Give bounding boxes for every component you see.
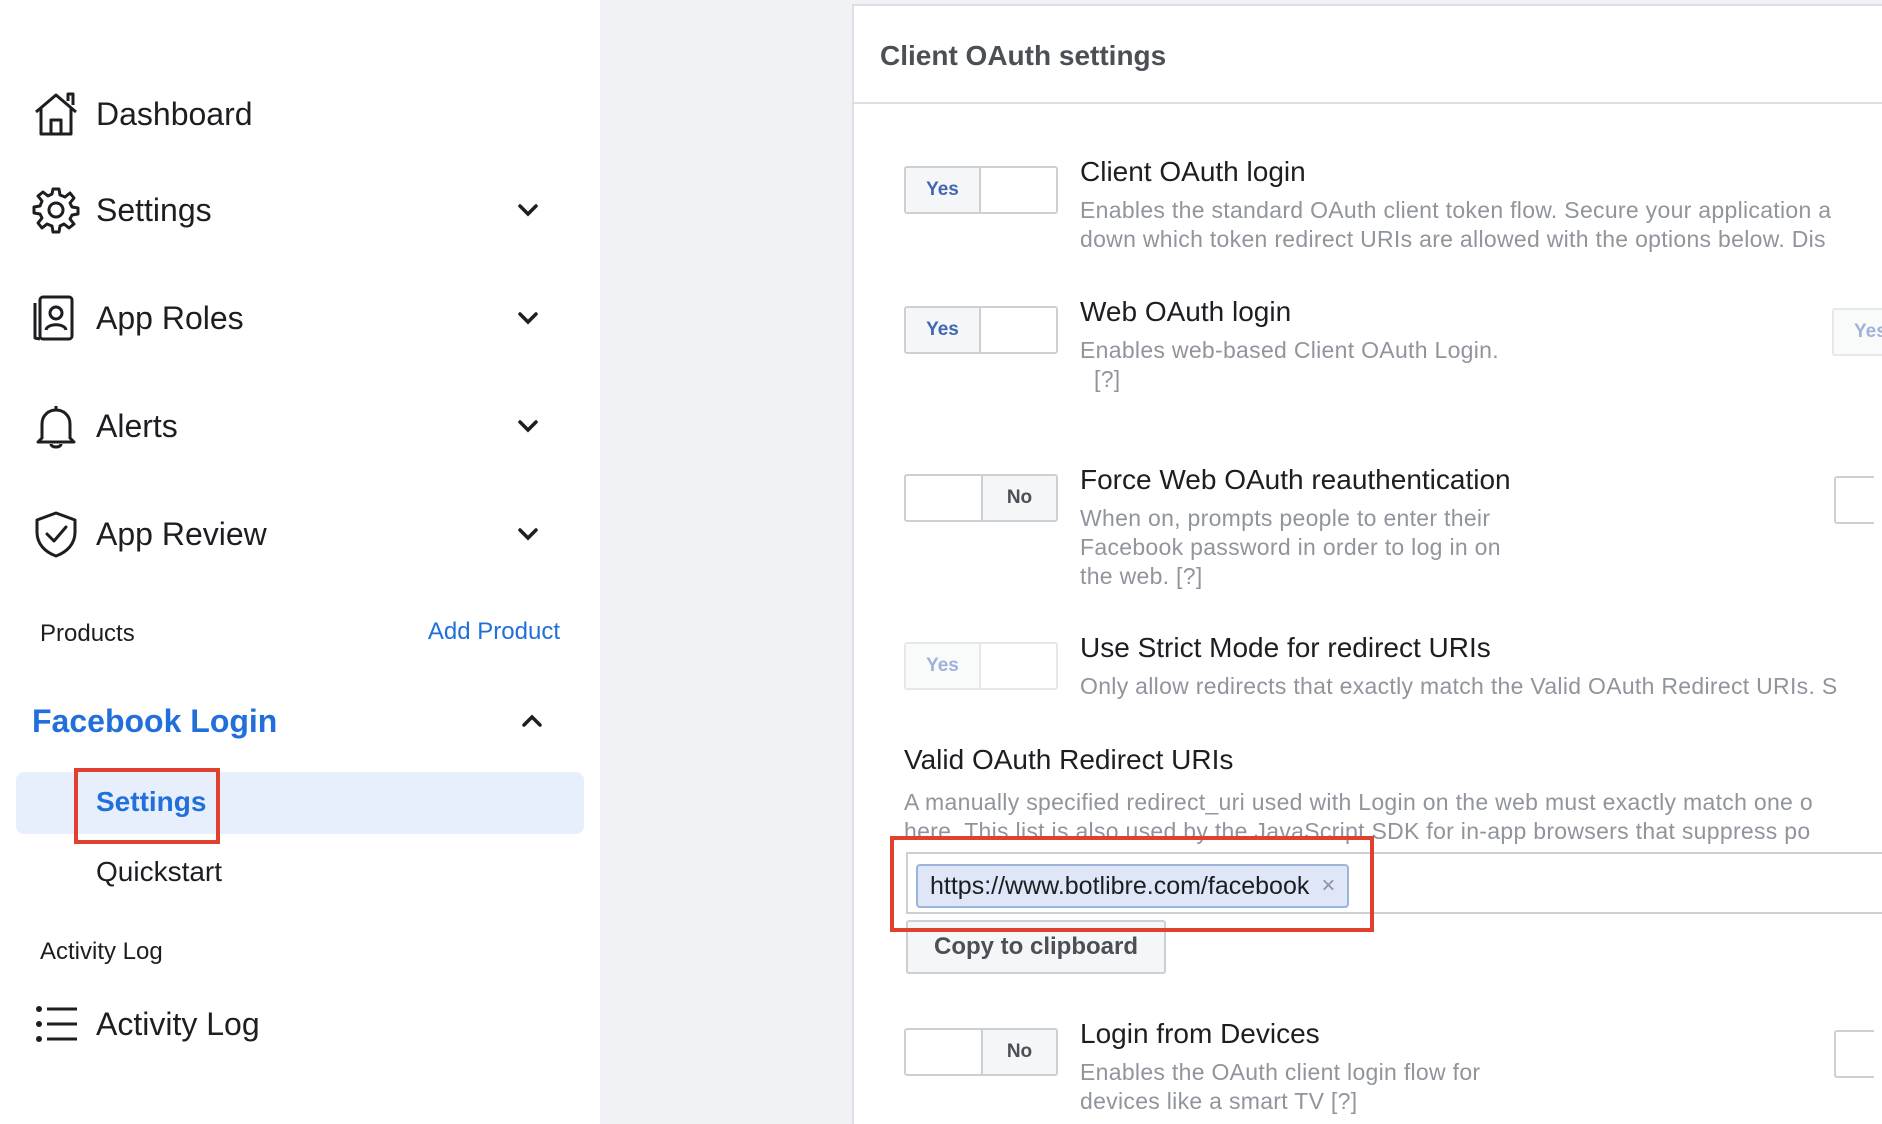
sidebar-item-label: Dashboard	[96, 95, 253, 132]
chevron-down-icon[interactable]	[506, 404, 550, 448]
sidebar-item-dashboard[interactable]: Dashboard	[30, 82, 550, 146]
option-description: Enables web-based Client OAuth Login.	[1080, 337, 1499, 363]
sidebar-item-label: App Review	[96, 515, 267, 552]
sidebar-item-facebook-login[interactable]: Facebook Login	[32, 696, 552, 746]
force-reauth-toggle[interactable]: No	[904, 474, 1058, 522]
client-oauth-settings-panel: Client OAuth settings Yes Client OAuth l…	[852, 4, 1882, 1124]
redirect-uris-title: Valid OAuth Redirect URIs	[904, 744, 1234, 775]
strict-mode-toggle[interactable]: Yes	[904, 642, 1058, 690]
annotation-highlight-box	[890, 836, 1374, 932]
sidebar-item-app-review[interactable]: App Review	[30, 502, 550, 566]
sidebar: Dashboard Settings App Roles Alerts App …	[0, 0, 600, 1124]
chevron-up-icon[interactable]	[510, 699, 554, 743]
option-title: Use Strict Mode for redirect URIs	[1080, 632, 1491, 663]
chevron-down-icon[interactable]	[506, 296, 550, 340]
option-description: Only allow redirects that exactly match …	[1080, 673, 1838, 699]
toggle-yes: Yes	[906, 644, 981, 688]
client-oauth-login-toggle[interactable]: Yes	[904, 166, 1058, 214]
activity-log-heading: Activity Log	[40, 938, 163, 965]
right-column-toggle[interactable]	[1834, 476, 1874, 524]
products-heading: Products	[40, 620, 135, 647]
sidebar-item-activity-log[interactable]: Activity Log	[30, 992, 550, 1056]
sidebar-item-label: Settings	[96, 191, 212, 228]
option-description: Enables the standard OAuth client token …	[1080, 197, 1832, 223]
sidebar-item-label: App Roles	[96, 299, 244, 336]
right-column-toggle[interactable]	[1834, 1030, 1874, 1078]
toggle-yes: Yes	[1834, 310, 1882, 354]
house-icon	[30, 88, 82, 140]
option-title: Web OAuth login	[1080, 296, 1292, 327]
option-description: the web. [?]	[1080, 563, 1203, 589]
panel-header: Client OAuth settings	[854, 6, 1882, 104]
chevron-down-icon[interactable]	[506, 188, 550, 232]
toggle-no: No	[981, 476, 1056, 520]
sidebar-item-label: Alerts	[96, 407, 178, 444]
add-product-link[interactable]: Add Product	[428, 618, 560, 646]
chevron-down-icon[interactable]	[506, 512, 550, 556]
toggle-yes: Yes	[906, 308, 981, 352]
sidebar-subitem-quickstart[interactable]: Quickstart	[96, 856, 222, 888]
annotation-highlight-box	[74, 768, 220, 844]
id-badge-icon	[30, 292, 82, 344]
option-title: Login from Devices	[1080, 1018, 1320, 1049]
list-icon	[30, 998, 82, 1050]
shield-check-icon	[30, 508, 82, 560]
sidebar-item-settings[interactable]: Settings	[30, 178, 550, 242]
help-link[interactable]: [?]	[1094, 365, 1120, 394]
option-title: Force Web OAuth reauthentication	[1080, 464, 1511, 495]
option-description: Enables the OAuth client login flow for	[1080, 1059, 1481, 1085]
web-oauth-login-toggle[interactable]: Yes	[904, 306, 1058, 354]
redirect-uris-description: A manually specified redirect_uri used w…	[904, 789, 1813, 815]
right-column-toggle[interactable]: Yes	[1832, 308, 1882, 356]
option-description: Facebook password in order to log in on	[1080, 534, 1501, 560]
option-description: When on, prompts people to enter their	[1080, 505, 1491, 531]
gear-icon	[30, 184, 82, 236]
login-from-devices-toggle[interactable]: No	[904, 1028, 1058, 1076]
sidebar-item-label: Activity Log	[96, 1005, 260, 1042]
sidebar-item-app-roles[interactable]: App Roles	[30, 286, 550, 350]
toggle-yes: Yes	[906, 168, 981, 212]
bell-icon	[30, 400, 82, 452]
product-label: Facebook Login	[32, 702, 278, 739]
option-description: down which token redirect URIs are allow…	[1080, 226, 1826, 252]
panel-title: Client OAuth settings	[880, 40, 1167, 71]
option-title: Client OAuth login	[1080, 156, 1306, 187]
option-description: devices like a smart TV [?]	[1080, 1088, 1358, 1114]
toggle-no: No	[981, 1030, 1056, 1074]
sidebar-item-alerts[interactable]: Alerts	[30, 394, 550, 458]
